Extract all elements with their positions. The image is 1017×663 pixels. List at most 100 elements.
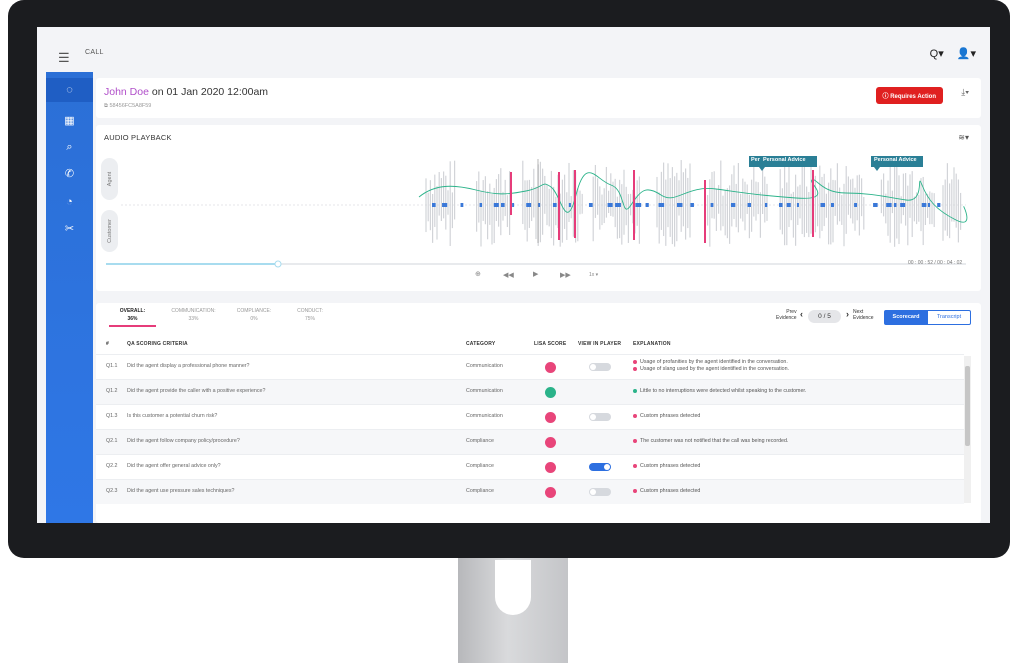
col-lisa-score[interactable]: LISA SCORE <box>534 341 566 347</box>
download-icon[interactable]: ⤓▾ <box>961 87 969 98</box>
rewind-icon[interactable]: ◀◀ <box>503 271 514 279</box>
sidebar-item-tools[interactable]: ✂ <box>46 217 93 241</box>
speech-segment <box>796 203 799 207</box>
explanation-text: The customer was not notified that the c… <box>640 438 789 444</box>
speech-segment <box>493 203 499 207</box>
view-in-player-toggle[interactable] <box>589 413 611 421</box>
tab-conduct[interactable]: CONDUCT: 75% <box>286 307 334 323</box>
caller-name[interactable]: John Doe <box>104 86 149 98</box>
view-in-player-toggle[interactable] <box>589 463 611 471</box>
chat-icon: ◌ <box>66 84 73 96</box>
scorecard-toggle-button[interactable]: Scorecard <box>884 310 928 325</box>
col-category[interactable]: CATEGORY <box>466 341 495 347</box>
row-criteria: Did the agent follow company policy/proc… <box>127 438 240 444</box>
row-criteria: Did the agent provide the caller with a … <box>127 388 266 394</box>
scrollbar-thumb[interactable] <box>965 366 970 446</box>
status-bullet <box>633 413 637 418</box>
speech-segment <box>779 203 783 207</box>
speed-select[interactable]: 1x ▾ <box>589 272 598 278</box>
view-in-player-toggle[interactable] <box>589 363 611 371</box>
table-row: Q2.3 Did the agent use pressure sales tec… <box>96 479 964 504</box>
tab-overall[interactable]: OVERALL: 36% <box>109 307 156 323</box>
sidebar-item-calls[interactable]: ✆ <box>46 162 93 186</box>
explanation-line: Little to no interruptions were detected… <box>633 388 806 394</box>
table-scrollbar[interactable] <box>964 356 971 503</box>
speech-segment <box>927 203 930 207</box>
explanation-line: Custom phrases detected <box>633 413 700 419</box>
speech-segment <box>690 203 694 207</box>
row-category: Communication <box>466 413 503 419</box>
chevron-left-icon[interactable]: ‹ <box>800 309 803 319</box>
status-bullet <box>633 359 637 364</box>
call-id: ⧉ 58456FC5A8F59 <box>104 103 152 109</box>
sidebar-item-reports[interactable]: ◔ <box>46 190 93 214</box>
speech-segment <box>886 203 892 207</box>
explanation-text: Little to no interruptions were detected… <box>640 388 807 394</box>
explanation-text: Custom phrases detected <box>640 413 701 419</box>
menu-icon[interactable]: ☰ <box>58 50 70 66</box>
tab-value: 33% <box>188 316 199 322</box>
play-icon[interactable]: ▶ <box>533 270 538 278</box>
table-row: Q2.2 Did the agent offer general advice o… <box>96 454 964 479</box>
speech-segment <box>873 203 878 207</box>
audio-playback-card: AUDIO PLAYBACK ≋▾ Agent Customer Per Per… <box>96 125 981 291</box>
chevron-right-icon[interactable]: › <box>846 309 849 319</box>
table-row: Q2.1 Did the agent follow company policy/… <box>96 429 964 454</box>
explanation-text: Custom phrases detected <box>640 463 701 469</box>
user-icon[interactable]: 👤▾ <box>957 48 976 60</box>
explanation-text: Usage of profanities by the agent identi… <box>640 359 788 365</box>
search-icon[interactable]: Q▾ <box>930 48 944 60</box>
sidebar-item-search[interactable]: ⌕ <box>46 135 93 159</box>
dashboard-icon: ▦ <box>64 115 75 127</box>
row-category: Compliance <box>466 488 494 494</box>
tab-compliance[interactable]: COMPLIANCE: 0% <box>229 307 279 323</box>
speech-segment <box>500 203 505 207</box>
next-evidence[interactable]: Next Evidence <box>853 309 874 321</box>
speech-segment <box>820 203 826 207</box>
col-criteria[interactable]: QA SCORING CRITERIA <box>127 341 188 347</box>
sidebar-item-chat[interactable]: ◌ <box>46 78 93 102</box>
table-row: Q1.2 Did the agent provide the caller wit… <box>96 379 964 404</box>
call-id-value: 58456FC5A8F59 <box>109 103 152 109</box>
speech-segment <box>764 203 768 207</box>
sidebar-item-dashboard[interactable]: ▦ <box>46 109 93 133</box>
time-readout: 00 : 00 : 52 / 00 : 04 : 02 <box>908 260 963 266</box>
tab-name: OVERALL: <box>119 308 146 314</box>
scorecard-card: OVERALL: 36% COMMUNICATION: 33% COMPLIANCE… <box>96 303 981 523</box>
speech-segment <box>658 203 665 207</box>
top-bar: ☰ CALL Q▾ 👤▾ <box>37 27 990 69</box>
prev-evidence[interactable]: Prev Evidence <box>776 309 797 321</box>
speech-segment <box>635 203 642 207</box>
row-criteria: Did the agent use pressure sales techniq… <box>127 488 235 494</box>
tooltip-short: Per <box>751 157 760 163</box>
speech-segment <box>645 203 649 207</box>
row-category: Communication <box>466 363 503 369</box>
tooltip-text-1: Per Personal Advice <box>751 157 806 163</box>
speech-segment <box>921 203 927 207</box>
pie-chart-icon: ◔ <box>66 196 73 208</box>
view-in-player-toggle[interactable] <box>589 488 611 496</box>
tab-communication[interactable]: COMMUNICATION: 33% <box>166 307 221 323</box>
status-bullet <box>633 463 637 468</box>
status-bullet <box>633 388 637 393</box>
waveform[interactable] <box>96 125 981 291</box>
row-criteria: Is this customer a potential churn risk? <box>127 413 218 419</box>
tab-name: COMMUNICATION: <box>171 308 216 314</box>
lisa-score-dot <box>545 412 556 423</box>
lisa-score-dot <box>545 387 556 398</box>
row-id: Q1.3 <box>106 413 118 419</box>
speech-segment <box>512 203 515 207</box>
forward-icon[interactable]: ▶▶ <box>560 271 571 279</box>
speech-segment <box>479 203 483 207</box>
requires-action-button[interactable]: ⓘ Requires Action <box>875 87 943 104</box>
speech-segment <box>607 203 613 207</box>
speech-segment <box>893 203 897 207</box>
row-category: Communication <box>466 388 503 394</box>
row-criteria: Did the agent display a professional pho… <box>127 363 250 369</box>
zoom-icon[interactable]: ⊕ <box>475 270 481 278</box>
explanation-line: The customer was not notified that the c… <box>633 438 788 444</box>
phone-icon: ✆ <box>64 168 75 180</box>
table-row: Q1.3 Is this customer a potential churn r… <box>96 404 964 429</box>
speech-segment <box>460 203 464 207</box>
transcript-toggle-button[interactable]: Transcript <box>927 310 971 325</box>
